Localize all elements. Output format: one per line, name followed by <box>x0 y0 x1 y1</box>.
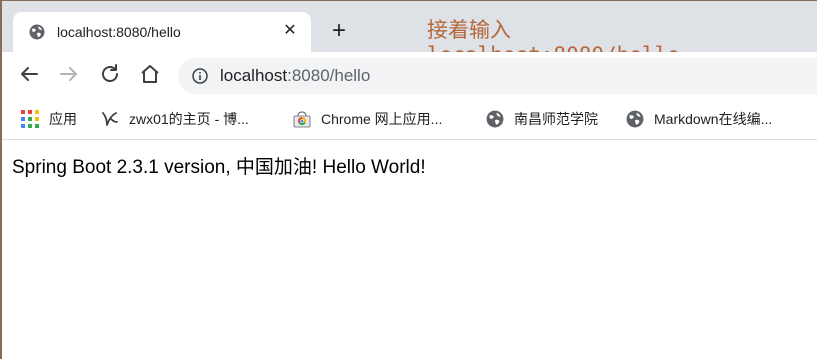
back-arrow-icon[interactable] <box>17 62 41 86</box>
page-body-text: Spring Boot 2.3.1 version, 中国加油! Hello W… <box>12 157 426 178</box>
globe-icon <box>626 110 644 128</box>
bookmark-label: zwx01的主页 - 博... <box>129 111 249 127</box>
bookmarks-bar: 应用 zwx01的主页 - 博... Chrome 网上应用... 南昌师范学院… <box>0 99 817 140</box>
bookmark-label: Markdown在线编... <box>654 111 773 127</box>
annotation-line-1: 接着输入 <box>427 18 511 42</box>
bookmark-markdown[interactable]: Markdown在线编... <box>626 109 772 129</box>
tab-close-button[interactable]: ✕ <box>281 22 299 40</box>
tab-strip: localhost:8080/hello ✕ + 接着输入 localhost:… <box>0 0 817 67</box>
tab-active[interactable]: localhost:8080/hello ✕ <box>13 12 311 52</box>
address-host: localhost <box>220 66 288 85</box>
apps-grid-icon <box>21 110 39 128</box>
custom-icon <box>102 112 118 126</box>
bookmark-label: 南昌师范学院 <box>514 111 598 127</box>
globe-icon <box>486 110 504 128</box>
bookmark-label: Chrome 网上应用... <box>321 111 443 127</box>
tab-title: localhost:8080/hello <box>57 24 181 40</box>
bookmark-apps[interactable]: 应用 <box>21 109 77 129</box>
globe-icon <box>29 24 45 40</box>
home-icon[interactable] <box>138 62 162 86</box>
address-bar[interactable]: localhost:8080/hello <box>178 58 817 94</box>
bookmark-chrome-webstore[interactable]: Chrome 网上应用... <box>293 109 442 129</box>
toolbar: localhost:8080/hello <box>0 52 817 99</box>
chrome-webstore-icon <box>293 111 311 128</box>
info-icon[interactable] <box>192 68 208 84</box>
new-tab-button[interactable]: + <box>328 19 350 43</box>
bookmark-zwx01[interactable]: zwx01的主页 - 博... <box>101 109 249 129</box>
address-path: :8080/hello <box>287 66 371 85</box>
reload-icon[interactable] <box>98 62 122 86</box>
forward-arrow-icon[interactable] <box>57 62 81 86</box>
bookmark-ncnu[interactable]: 南昌师范学院 <box>486 109 598 129</box>
bookmark-label: 应用 <box>49 111 77 127</box>
address-text[interactable]: localhost:8080/hello <box>220 66 370 86</box>
